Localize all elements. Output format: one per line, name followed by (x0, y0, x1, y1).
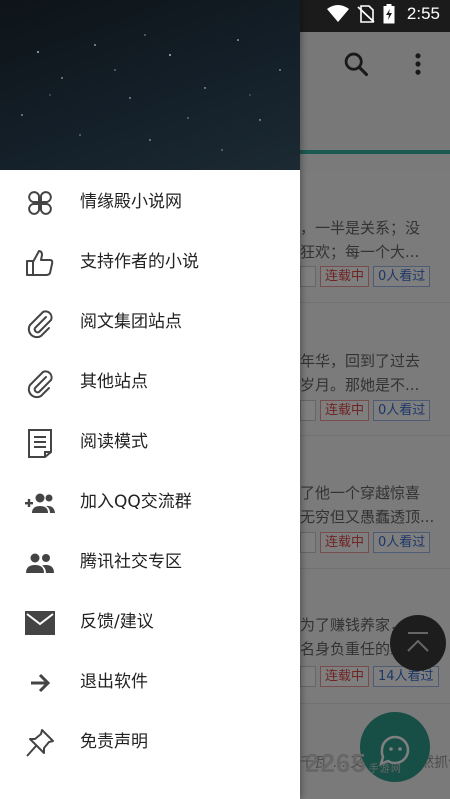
battery-charging-icon (383, 4, 395, 24)
mail-icon (25, 611, 55, 635)
menu-item-label: 支持作者的小说 (80, 252, 199, 272)
paperclip-icon (27, 310, 53, 339)
menu-item-reading-mode[interactable]: 阅读模式 (0, 412, 300, 472)
drawer-header-image (0, 0, 300, 170)
menu-item-yuewen[interactable]: 阅文集团站点 (0, 292, 300, 352)
no-sim-icon (357, 5, 375, 23)
thumbs-up-icon (26, 250, 54, 276)
menu-item-label: 其他站点 (80, 372, 148, 392)
pin-icon (26, 729, 54, 757)
menu-item-qingyuandian[interactable]: 情缘殿小说网 (0, 172, 300, 232)
menu-item-label: 腾讯社交专区 (80, 552, 182, 572)
menu-item-label: 加入QQ交流群 (80, 492, 192, 512)
menu-item-disclaimer[interactable]: 免责声明 (0, 712, 300, 772)
menu-item-feedback[interactable]: 反馈/建议 (0, 592, 300, 652)
menu-item-label: 反馈/建议 (80, 612, 154, 632)
drawer-menu: 情缘殿小说网 支持作者的小说 阅文集团站点 其他站点 阅读模式 加入QQ交流群 … (0, 172, 300, 772)
starry-sky-image (21, 34, 281, 151)
clover-icon (28, 191, 52, 215)
document-icon (28, 429, 52, 458)
menu-item-support-author[interactable]: 支持作者的小说 (0, 232, 300, 292)
navigation-drawer: 情缘殿小说网 支持作者的小说 阅文集团站点 其他站点 阅读模式 加入QQ交流群 … (0, 0, 300, 799)
people-icon (26, 553, 54, 573)
arrow-right-icon (31, 673, 51, 693)
menu-item-other-sites[interactable]: 其他站点 (0, 352, 300, 412)
clock: 2:55 (406, 4, 440, 23)
group-add-icon (25, 493, 55, 513)
wifi-icon (326, 5, 349, 22)
menu-item-exit[interactable]: 退出软件 (0, 652, 300, 712)
paperclip-icon (27, 370, 53, 399)
menu-item-label: 免责声明 (80, 732, 148, 752)
menu-item-join-qq-group[interactable]: 加入QQ交流群 (0, 472, 300, 532)
menu-item-label: 阅读模式 (80, 432, 148, 452)
menu-item-label: 退出软件 (80, 672, 148, 692)
menu-item-label: 阅文集团站点 (80, 312, 182, 332)
menu-item-label: 情缘殿小说网 (80, 192, 182, 212)
menu-item-tencent-social[interactable]: 腾讯社交专区 (0, 532, 300, 592)
